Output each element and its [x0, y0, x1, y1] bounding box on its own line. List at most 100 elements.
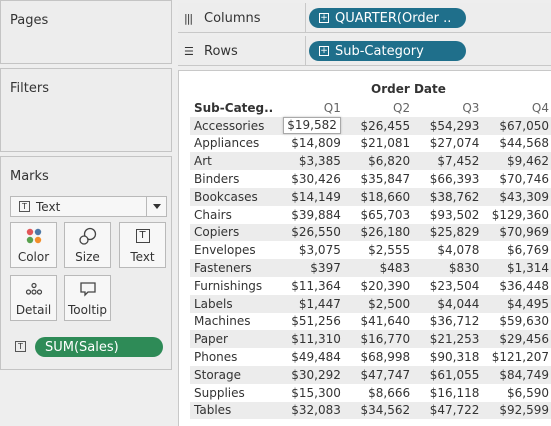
- sales-cell[interactable]: $70,746: [481, 170, 551, 188]
- sales-cell[interactable]: $92,599: [481, 401, 551, 420]
- sales-cell[interactable]: $26,180: [342, 223, 413, 242]
- size-button[interactable]: Size: [64, 222, 111, 268]
- sub-category-label[interactable]: Phones: [190, 348, 273, 366]
- sub-category-label[interactable]: Labels: [190, 294, 274, 313]
- sales-cell[interactable]: $7,452: [412, 152, 482, 171]
- sales-cell[interactable]: $93,502: [412, 206, 481, 224]
- sales-cell[interactable]: $47,747: [342, 365, 413, 384]
- sales-cell[interactable]: $14,149: [273, 187, 343, 206]
- sales-cell[interactable]: $3,385: [273, 152, 343, 171]
- sales-cell[interactable]: $129,360: [481, 206, 551, 224]
- sales-cell[interactable]: $8,666: [343, 384, 412, 402]
- quarter-header[interactable]: Q3: [412, 99, 481, 117]
- sales-cell[interactable]: $49,484: [273, 348, 343, 366]
- quarter-order-date-pill[interactable]: + QUARTER(Order ..: [309, 8, 466, 28]
- sales-cell[interactable]: $26,550: [273, 223, 343, 242]
- sales-cell[interactable]: $14,809: [273, 135, 343, 153]
- sales-cell[interactable]: $2,555: [343, 241, 412, 259]
- sales-cell[interactable]: $25,829: [412, 223, 482, 242]
- sales-cell[interactable]: $6,820: [342, 152, 413, 171]
- sales-cell[interactable]: $35,847: [343, 170, 412, 188]
- sales-cell[interactable]: $29,456: [481, 330, 551, 349]
- sales-cell[interactable]: $21,081: [343, 135, 412, 153]
- sales-cell[interactable]: $41,640: [343, 313, 412, 331]
- sub-category-label[interactable]: Tables: [190, 401, 274, 420]
- sales-cell[interactable]: $59,630: [481, 313, 551, 331]
- sub-category-label[interactable]: Bookcases: [190, 187, 274, 206]
- expand-plus-icon[interactable]: +: [319, 13, 329, 23]
- row-header[interactable]: Sub-Categ..: [190, 99, 273, 117]
- sales-cell[interactable]: $16,770: [342, 330, 413, 349]
- sub-category-label[interactable]: Art: [190, 152, 274, 171]
- sales-cell[interactable]: $11,364: [273, 277, 343, 295]
- expand-plus-icon[interactable]: +: [319, 46, 329, 56]
- quarter-header[interactable]: Q1: [273, 99, 343, 117]
- sales-cell[interactable]: $15,300: [273, 384, 343, 402]
- sales-cell[interactable]: $121,207: [481, 348, 551, 366]
- sub-category-label[interactable]: Furnishings: [190, 277, 273, 295]
- sales-cell[interactable]: $9,462: [481, 152, 551, 171]
- crosstab-view[interactable]: Order Date Sub-Categ.. Q1 Q2 Q3 Q4 Accessor…: [178, 70, 551, 426]
- sales-cell[interactable]: $68,998: [343, 348, 412, 366]
- sales-cell[interactable]: $36,712: [412, 313, 481, 331]
- sum-sales-pill[interactable]: SUM(Sales): [35, 337, 163, 357]
- sales-cell[interactable]: $6,590: [481, 384, 551, 402]
- sales-cell[interactable]: $21,253: [412, 330, 482, 349]
- sales-cell[interactable]: $44,568: [481, 135, 551, 153]
- sub-category-label[interactable]: Binders: [190, 170, 273, 188]
- text-button[interactable]: T Text: [119, 222, 166, 268]
- sales-cell[interactable]: $84,749: [481, 365, 551, 384]
- sub-category-label[interactable]: Chairs: [190, 206, 273, 224]
- sales-cell[interactable]: $34,562: [342, 401, 413, 420]
- sales-cell[interactable]: $4,044: [412, 294, 482, 313]
- sales-cell[interactable]: $54,293: [412, 116, 482, 135]
- color-button[interactable]: Color: [10, 222, 57, 268]
- selected-sales-cell[interactable]: $19,582: [273, 116, 343, 135]
- sales-cell[interactable]: $90,318: [412, 348, 481, 366]
- sales-cell[interactable]: $397: [273, 259, 343, 277]
- detail-button[interactable]: Detail: [10, 275, 57, 321]
- sales-cell[interactable]: $20,390: [343, 277, 412, 295]
- sales-cell[interactable]: $1,314: [481, 259, 551, 277]
- sub-category-label[interactable]: Copiers: [190, 223, 274, 242]
- quarter-header[interactable]: Q2: [343, 99, 412, 117]
- sub-category-label[interactable]: Machines: [190, 313, 273, 331]
- sales-cell[interactable]: $3,075: [273, 241, 343, 259]
- sales-cell[interactable]: $30,426: [273, 170, 343, 188]
- sales-cell[interactable]: $65,703: [343, 206, 412, 224]
- sales-cell[interactable]: $26,455: [342, 116, 413, 135]
- sales-cell[interactable]: $4,078: [412, 241, 481, 259]
- pages-card[interactable]: Pages: [0, 0, 172, 64]
- sub-category-label[interactable]: Fasteners: [190, 259, 274, 277]
- sales-cell[interactable]: $70,969: [481, 223, 551, 242]
- sub-category-label[interactable]: Envelopes: [190, 241, 273, 259]
- sales-cell[interactable]: $32,083: [273, 401, 343, 420]
- sales-cell[interactable]: $61,055: [412, 365, 482, 384]
- sub-category-label[interactable]: Paper: [190, 330, 274, 349]
- mark-type-dropdown[interactable]: T Text: [10, 196, 167, 217]
- sales-cell[interactable]: $66,393: [412, 170, 481, 188]
- sales-cell[interactable]: $11,310: [273, 330, 343, 349]
- sales-cell[interactable]: $39,884: [273, 206, 343, 224]
- sales-cell[interactable]: $830: [412, 259, 482, 277]
- sales-cell[interactable]: $30,292: [273, 365, 343, 384]
- sales-cell[interactable]: $4,495: [481, 294, 551, 313]
- sales-cell[interactable]: $67,050: [481, 116, 551, 135]
- sales-cell[interactable]: $51,256: [273, 313, 343, 331]
- sales-cell[interactable]: $23,504: [412, 277, 481, 295]
- sales-cell[interactable]: $18,660: [342, 187, 413, 206]
- sales-cell[interactable]: $47,722: [412, 401, 482, 420]
- sales-cell[interactable]: $1,447: [273, 294, 343, 313]
- sales-cell[interactable]: $483: [342, 259, 413, 277]
- sub-category-label[interactable]: Supplies: [190, 384, 273, 402]
- sub-category-label[interactable]: Accessories: [190, 116, 274, 135]
- quarter-header[interactable]: Q4: [481, 99, 551, 117]
- sub-category-pill[interactable]: + Sub-Category: [309, 41, 466, 61]
- sales-cell[interactable]: $2,500: [342, 294, 413, 313]
- sales-cell[interactable]: $6,769: [481, 241, 551, 259]
- sales-cell[interactable]: $16,118: [412, 384, 481, 402]
- sales-cell[interactable]: $27,074: [412, 135, 481, 153]
- sub-category-label[interactable]: Appliances: [190, 135, 273, 153]
- sub-category-label[interactable]: Storage: [190, 365, 274, 384]
- filters-card[interactable]: Filters: [0, 68, 172, 152]
